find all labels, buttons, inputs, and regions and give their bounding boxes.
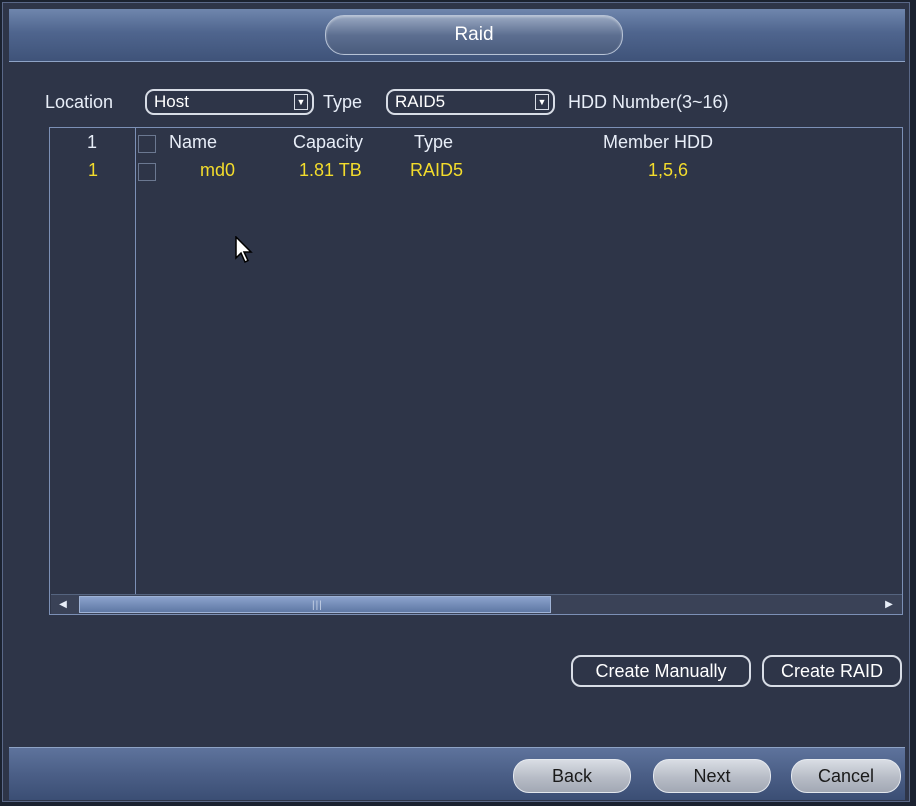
type-select[interactable]: RAID5 ▼ [386,89,555,115]
scrollbar-thumb[interactable]: ||| [79,596,551,613]
type-value: RAID5 [395,92,446,111]
row-type: RAID5 [410,160,464,180]
row-checkbox[interactable] [138,163,156,181]
header-index: 1 [87,132,98,152]
arrow-left-icon[interactable]: ◀ [55,597,71,612]
raid-dialog: Raid Location Host ▼ Type RAID5 ▼ HDD Nu… [2,2,910,802]
arrow-right-icon[interactable]: ▶ [881,597,897,612]
select-all-checkbox[interactable] [138,135,156,153]
chevron-down-icon: ▼ [535,94,549,110]
create-manually-button[interactable]: Create Manually [571,655,751,687]
create-raid-button[interactable]: Create RAID [762,655,902,687]
header-member-hdd[interactable]: Member HDD [603,132,713,153]
hdd-number-label: HDD Number(3~16) [568,92,729,112]
raid-table: 1 Name Capacity Type Member HDD 1 md0 1.… [49,127,903,615]
location-label: Location [45,92,114,112]
type-label: Type [323,92,363,112]
header-capacity[interactable]: Capacity [293,132,363,153]
header-type[interactable]: Type [414,132,453,153]
title-bar: Raid [9,9,905,62]
cancel-button[interactable]: Cancel [791,759,901,793]
dialog-title: Raid [325,15,623,55]
column-divider [135,128,136,594]
header-name[interactable]: Name [169,132,217,153]
footer-bar: Back Next Cancel [9,747,905,800]
chevron-down-icon: ▼ [294,94,308,110]
row-name: md0 [200,160,236,180]
row-index: 1 [88,160,99,180]
row-capacity: 1.81 TB [299,160,362,180]
back-button[interactable]: Back [513,759,631,793]
location-value: Host [154,92,189,111]
grip-icon: ||| [312,600,323,611]
horizontal-scrollbar[interactable]: ◀ ||| ▶ [51,594,902,614]
next-button[interactable]: Next [653,759,771,793]
location-select[interactable]: Host ▼ [145,89,314,115]
mouse-pointer-icon [235,236,253,264]
row-member-hdd: 1,5,6 [648,160,689,180]
